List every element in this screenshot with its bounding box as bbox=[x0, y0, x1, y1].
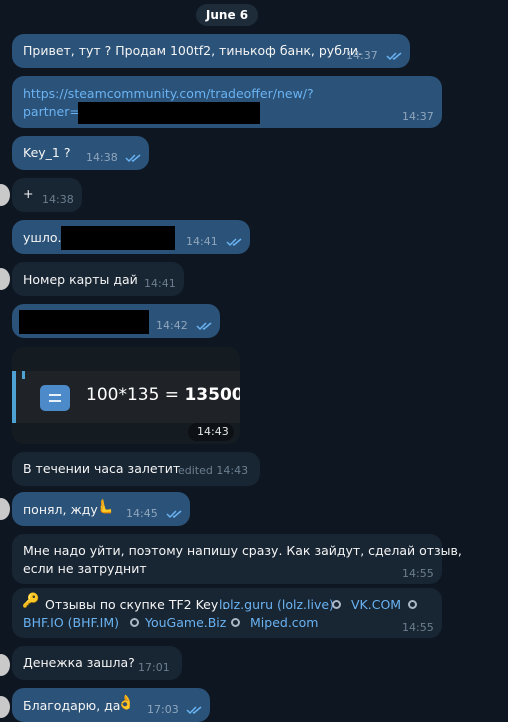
message-time: 14:55 bbox=[402, 567, 434, 580]
message-bubble-incoming[interactable]: Номер карты дай 14:41 bbox=[12, 262, 184, 296]
message-bubble-outgoing[interactable]: Благодарю, да 👌 17:03 bbox=[12, 688, 210, 722]
message-bubble-outgoing[interactable]: 14:42 bbox=[12, 304, 220, 338]
trade-offer-link-partner[interactable]: partner= bbox=[23, 104, 80, 119]
message-time: 14:45 bbox=[126, 507, 158, 520]
link-bhf[interactable]: BHF.IO (BHF.IM) bbox=[23, 615, 119, 630]
avatar[interactable] bbox=[0, 696, 10, 718]
read-checkmarks-icon bbox=[186, 706, 202, 715]
message-bubble-incoming[interactable]: Денежка зашла? 17:01 bbox=[12, 646, 182, 680]
message-text: Денежка зашла? bbox=[23, 655, 135, 670]
radio-bullet-icon bbox=[408, 600, 417, 609]
key-emoji-icon: 🔑 bbox=[22, 593, 40, 609]
read-checkmarks-icon bbox=[386, 52, 402, 61]
message-bubble-incoming[interactable]: 🔑 Отзывы по скупке TF2 Key : lolz.guru (… bbox=[12, 588, 442, 638]
redacted-block bbox=[61, 226, 175, 250]
message-text: Мне надо уйти, поэтому напишу сразу. Как… bbox=[23, 543, 462, 558]
message-bubble-incoming[interactable]: Мне надо уйти, поэтому напишу сразу. Как… bbox=[12, 534, 462, 584]
message-time: 14:43 bbox=[197, 425, 229, 438]
read-checkmarks-icon bbox=[166, 510, 182, 519]
avatar[interactable] bbox=[0, 498, 10, 520]
accent-bar bbox=[22, 371, 25, 379]
message-text: ушло. bbox=[23, 230, 62, 245]
redacted-block bbox=[19, 310, 149, 334]
message-time: 17:01 bbox=[138, 661, 170, 674]
message-text: Key_1 ? bbox=[23, 145, 71, 160]
link-vk[interactable]: VK.COM bbox=[351, 597, 401, 612]
link-lolz[interactable]: lolz.guru (lolz.live) bbox=[219, 597, 334, 612]
trade-offer-link[interactable]: https://steamcommunity.com/tradeoffer/ne… bbox=[23, 86, 314, 101]
calculator-icon bbox=[40, 385, 70, 411]
message-bubble-outgoing[interactable]: ушло. 14:41 bbox=[12, 220, 250, 254]
read-checkmarks-icon bbox=[226, 238, 242, 247]
ok-hand-emoji-icon: 👌 bbox=[117, 695, 135, 711]
message-text: Благодарю, да bbox=[23, 698, 121, 713]
message-text: если не затруднит bbox=[23, 561, 147, 576]
message-bubble-incoming[interactable]: В течении часа залетит edited 14:43 bbox=[12, 452, 260, 486]
read-checkmarks-icon bbox=[125, 154, 141, 163]
message-time: 14:38 bbox=[42, 193, 74, 206]
message-time: 14:55 bbox=[402, 621, 434, 634]
read-checkmarks-icon bbox=[196, 322, 212, 331]
accent-bar bbox=[12, 371, 16, 423]
avatar[interactable] bbox=[0, 654, 10, 676]
message-text: В течении часа залетит bbox=[23, 461, 181, 476]
radio-bullet-icon bbox=[130, 618, 139, 627]
message-bubble-outgoing[interactable]: https://steamcommunity.com/tradeoffer/ne… bbox=[12, 76, 442, 128]
message-bubble-outgoing[interactable]: Key_1 ? 14:38 bbox=[12, 136, 149, 170]
message-time: 14:37 bbox=[346, 49, 378, 62]
message-time: 14:42 bbox=[156, 319, 188, 332]
message-text: Привет, тут ? Продам 100tf2, тинькоф бан… bbox=[23, 43, 363, 58]
message-text: Номер карты дай bbox=[23, 272, 138, 287]
message-bubble-incoming[interactable]: + 14:38 bbox=[12, 178, 82, 212]
message-time: 17:03 bbox=[147, 703, 179, 716]
message-text: + bbox=[23, 186, 34, 201]
redacted-block bbox=[78, 102, 260, 124]
message-bubble-outgoing[interactable]: понял, жду 🫷 14:45 bbox=[12, 492, 190, 526]
link-yougame[interactable]: YouGame.Biz bbox=[145, 615, 226, 630]
calculation-text: 100*135 = 13500 bbox=[86, 385, 240, 405]
message-text: понял, жду bbox=[23, 502, 98, 517]
link-miped[interactable]: Miped.com bbox=[250, 615, 319, 630]
message-time: 14:41 bbox=[186, 235, 218, 248]
radio-bullet-icon bbox=[231, 618, 240, 627]
hand-emoji-icon: 🫷 bbox=[96, 499, 114, 515]
message-bubble-outgoing[interactable]: Привет, тут ? Продам 100tf2, тинькоф бан… bbox=[12, 34, 410, 68]
radio-bullet-icon bbox=[332, 600, 341, 609]
message-text: Отзывы по скупке TF2 Key : bbox=[45, 597, 227, 612]
message-time: 14:41 bbox=[144, 277, 176, 290]
date-separator: June 6 bbox=[196, 4, 258, 26]
message-time: edited 14:43 bbox=[178, 464, 249, 477]
message-time: 14:38 bbox=[86, 151, 118, 164]
avatar[interactable] bbox=[0, 184, 10, 206]
avatar[interactable] bbox=[0, 268, 10, 290]
message-time: 14:37 bbox=[402, 110, 434, 123]
